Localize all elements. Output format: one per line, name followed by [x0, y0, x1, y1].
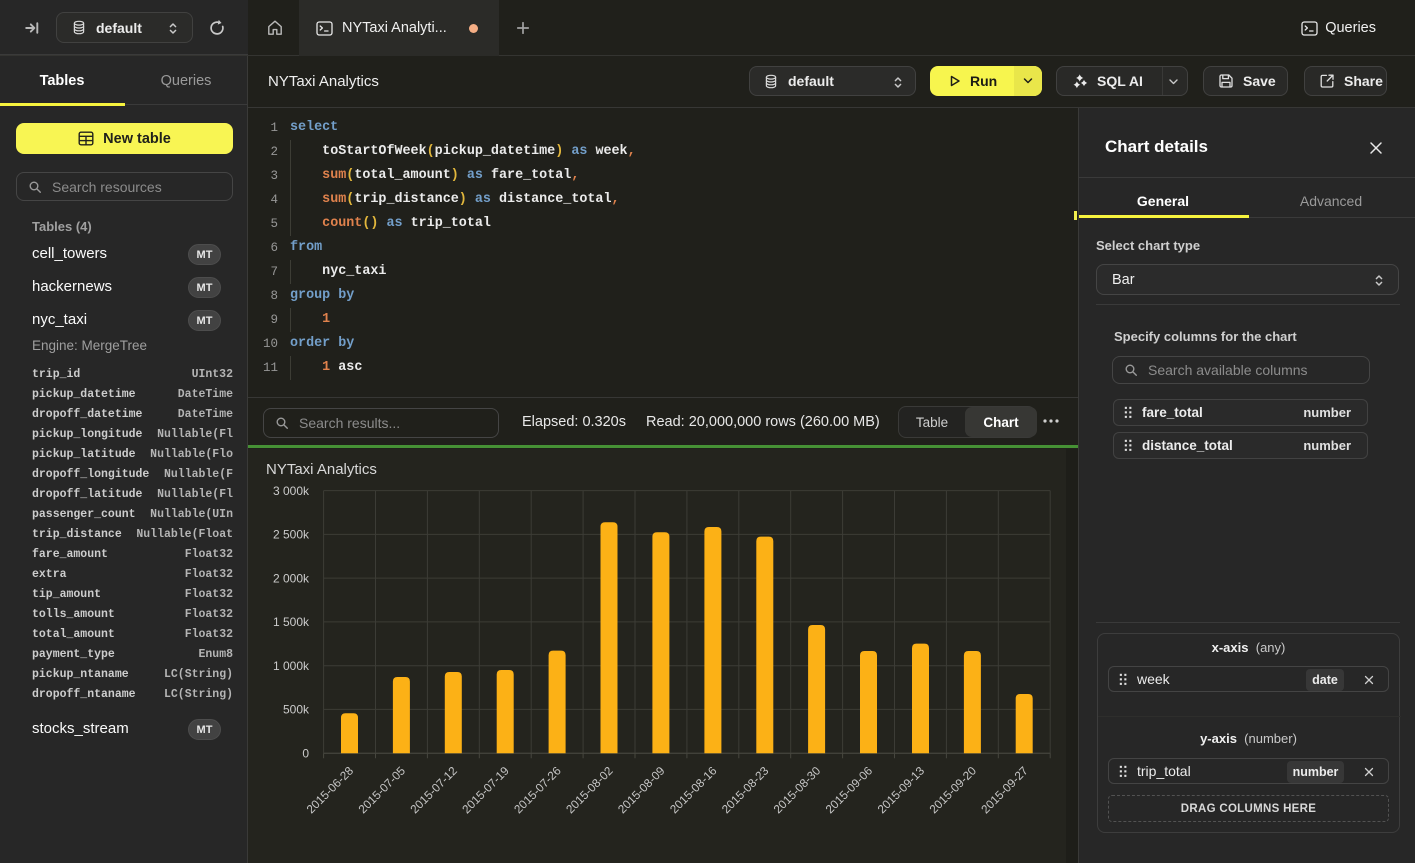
svg-text:2015-07-19: 2015-07-19 — [459, 764, 512, 817]
svg-text:2015-07-12: 2015-07-12 — [407, 764, 460, 817]
svg-text:1 500k: 1 500k — [273, 615, 310, 629]
svg-text:1 000k: 1 000k — [273, 659, 310, 673]
svg-text:2 000k: 2 000k — [273, 571, 310, 585]
svg-text:2 500k: 2 500k — [273, 528, 310, 542]
svg-text:2015-08-16: 2015-08-16 — [667, 763, 720, 816]
svg-text:2015-07-05: 2015-07-05 — [355, 763, 408, 816]
svg-text:2015-09-06: 2015-09-06 — [823, 763, 876, 816]
svg-text:NYTaxi Analytics: NYTaxi Analytics — [266, 461, 377, 478]
svg-text:2015-06-28: 2015-06-28 — [304, 763, 357, 816]
svg-text:500k: 500k — [283, 703, 310, 717]
svg-text:2015-08-30: 2015-08-30 — [771, 763, 824, 816]
svg-text:2015-08-09: 2015-08-09 — [615, 764, 668, 817]
svg-text:2015-09-20: 2015-09-20 — [926, 763, 979, 816]
svg-text:3 000k: 3 000k — [273, 484, 310, 498]
svg-text:2015-09-27: 2015-09-27 — [978, 764, 1031, 817]
svg-text:2015-07-26: 2015-07-26 — [511, 763, 564, 816]
svg-text:2015-08-02: 2015-08-02 — [563, 764, 616, 817]
svg-text:0: 0 — [302, 746, 309, 760]
svg-text:2015-09-13: 2015-09-13 — [875, 763, 928, 816]
svg-text:2015-08-23: 2015-08-23 — [719, 763, 772, 816]
